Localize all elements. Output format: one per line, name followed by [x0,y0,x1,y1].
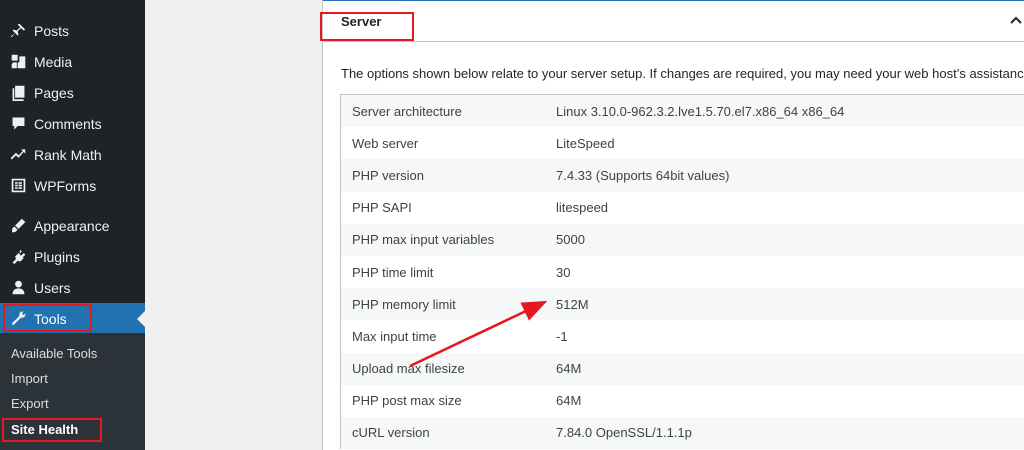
sidebar-item-rank-math[interactable]: Rank Math [0,139,145,170]
sidebar-item-label: Users [34,279,71,296]
sidebar-item-pages[interactable]: Pages [0,77,145,108]
submenu-site-health[interactable]: Site Health [11,422,78,437]
row-value: LiteSpeed [556,135,615,151]
panel-description: The options shown below relate to your s… [341,66,1024,81]
row-label: PHP post max size [352,393,462,409]
sidebar-item-plugins[interactable]: Plugins [0,241,145,272]
submenu-export[interactable]: Export [11,396,49,411]
row-label: Web server [352,135,419,151]
admin-sidebar: Posts Media Pages Comments Rank Math WPF… [0,0,145,450]
row-label: Max input time [352,328,437,344]
table-row: PHP version 7.4.33 (Supports 64bit values… [341,159,1024,192]
row-label: cURL version [352,425,430,441]
row-label: PHP max input variables [352,232,495,248]
appearance-icon [8,216,28,236]
sidebar-item-posts[interactable]: Posts [0,15,145,46]
sidebar-item-label: Rank Math [34,146,102,163]
server-panel: Server The options shown below relate to… [322,0,1024,450]
sidebar-item-label: Tools [34,310,67,327]
sidebar-item-label: WPForms [34,177,97,194]
server-info-table: Server architecture Linux 3.10.0-962.3.2.… [340,94,1024,450]
pages-icon [8,83,28,103]
panel-title: Server [341,14,382,29]
sidebar-item-appearance[interactable]: Appearance [0,210,145,241]
table-row: PHP post max size 64M [341,384,1024,417]
wpforms-icon [8,176,28,196]
table-row: PHP memory limit 512M [341,288,1024,321]
row-value: 64M [556,361,582,377]
table-row: cURL version 7.84.0 OpenSSL/1.1.1p [341,416,1024,450]
table-row: PHP max input variables 5000 [341,223,1024,256]
sidebar-item-label: Comments [34,115,102,132]
server-panel-header[interactable]: Server [323,0,1024,42]
row-value: litespeed [556,200,609,216]
tools-icon [8,309,28,329]
submenu-import[interactable]: Import [11,371,48,386]
sidebar-item-wpforms[interactable]: WPForms [0,170,145,201]
rank-math-icon [8,145,28,165]
plugins-icon [8,247,28,267]
submenu-available-tools[interactable]: Available Tools [11,346,97,361]
table-row: Web server LiteSpeed [341,127,1024,160]
row-value: 30 [556,264,571,280]
row-label: PHP version [352,167,425,183]
row-value: 7.4.33 (Supports 64bit values) [556,167,730,183]
table-row: Server architecture Linux 3.10.0-962.3.2.… [341,95,1024,128]
row-value: -1 [556,328,568,344]
sidebar-item-label: Posts [34,22,70,39]
sidebar-item-label: Plugins [34,248,80,265]
row-value: Linux 3.10.0-962.3.2.lve1.5.70.el7.x86_6… [556,103,845,119]
active-indicator [137,311,145,327]
row-label: Upload max filesize [352,361,465,377]
comments-icon [8,114,28,134]
sidebar-item-label: Pages [34,84,74,101]
tools-submenu: Available Tools Import Export Site Healt… [0,333,145,450]
row-value: 7.84.0 OpenSSL/1.1.1p [556,425,692,441]
row-value: 64M [556,393,582,409]
row-label: PHP memory limit [352,296,456,312]
table-row: PHP time limit 30 [341,255,1024,289]
pin-icon [8,21,28,41]
row-label: PHP SAPI [352,200,412,216]
row-label: Server architecture [352,103,462,119]
row-label: PHP time limit [352,264,434,280]
media-icon [8,52,28,72]
table-row: PHP SAPI litespeed [341,191,1024,224]
row-value: 5000 [556,232,585,248]
sidebar-item-tools[interactable]: Tools [0,303,145,334]
table-row: Upload max filesize 64M [341,352,1024,385]
row-value: 512M [556,296,589,312]
table-row: Max input time -1 [341,320,1024,353]
sidebar-item-comments[interactable]: Comments [0,108,145,139]
sidebar-item-media[interactable]: Media [0,46,145,77]
chevron-up-icon[interactable] [1009,13,1023,27]
sidebar-item-users[interactable]: Users [0,272,145,303]
sidebar-item-label: Appearance [34,217,110,234]
users-icon [8,278,28,298]
sidebar-item-label: Media [34,53,73,70]
